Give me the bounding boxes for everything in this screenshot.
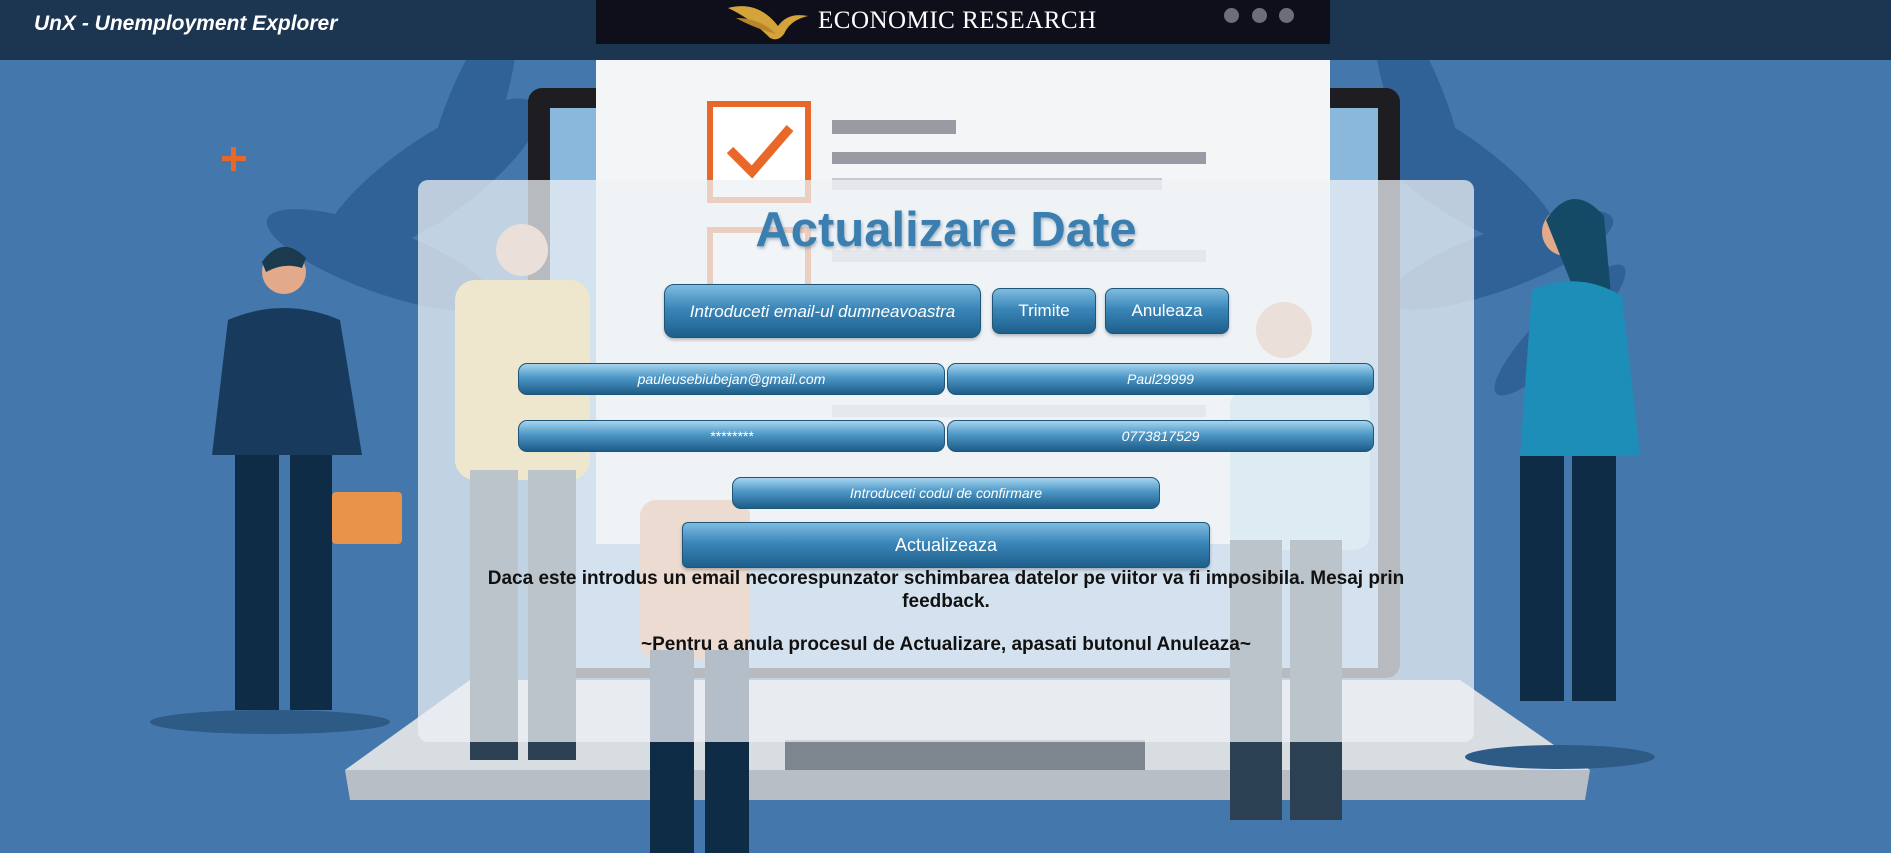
banner-title: ECONOMIC RESEARCH <box>818 7 1097 34</box>
warning-message: Daca este introdus un email necorespunza… <box>487 568 1405 612</box>
window-dots <box>1216 8 1294 28</box>
app-title[interactable]: UnX - Unemployment Explorer <box>34 12 337 36</box>
phone-field[interactable]: 0773817529 <box>947 420 1374 452</box>
update-data-panel: Actualizare Date Introduceti email-ul du… <box>418 180 1474 742</box>
eagle-logo-icon <box>728 6 808 40</box>
page-title: Actualizare Date <box>755 203 1137 257</box>
window-dot-icon <box>1224 8 1240 23</box>
confirmation-code-field[interactable]: Introduceti codul de confirmare <box>732 477 1160 509</box>
email-field[interactable]: pauleusebiubejan@gmail.com <box>518 363 945 395</box>
economic-research-banner: ECONOMIC RESEARCH <box>596 0 1330 44</box>
cancel-button[interactable]: Anuleaza <box>1105 288 1229 334</box>
email-prompt-button[interactable]: Introduceti email-ul dumneavoastra <box>664 284 981 338</box>
update-button[interactable]: Actualizeaza <box>682 522 1210 568</box>
window-dot-icon <box>1251 8 1267 23</box>
window-dot-icon <box>1279 8 1294 23</box>
username-field[interactable]: Paul29999 <box>947 363 1374 395</box>
cancel-hint: ~Pentru a anula procesul de Actualizare,… <box>641 634 1251 655</box>
password-field[interactable]: ******** <box>518 420 945 452</box>
send-button[interactable]: Trimite <box>992 288 1096 334</box>
